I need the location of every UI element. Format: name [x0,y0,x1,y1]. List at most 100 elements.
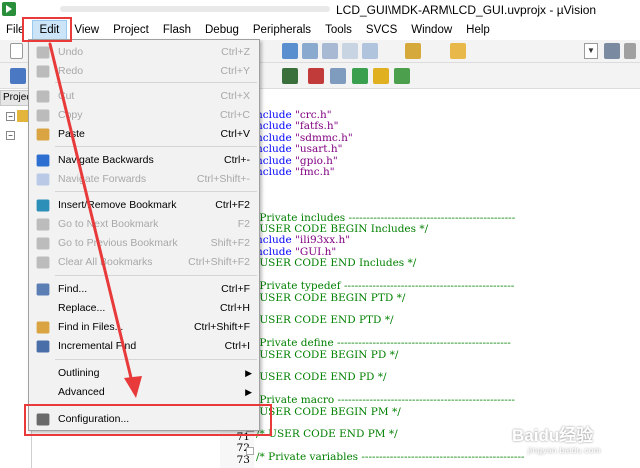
code-line: USER CODE BEGIN PM */ [256,405,401,418]
project-pane-tab[interactable]: Project [0,90,30,106]
menu-item-go-to-next-bookmark[interactable]: Go to Next Bookmark F2 [30,215,258,234]
code-text: nclude "crc.h" nclude "fatfs.h" nclude "sd… [256,109,525,464]
prev-bookmark-icon [36,237,50,250]
menu-item-label: Outlining [58,367,100,379]
new-file-icon[interactable] [10,43,23,59]
options-icon[interactable] [405,43,421,59]
menu-item-clear-all-bookmarks[interactable]: Clear All Bookmarks Ctrl+Shift+F2 [30,253,258,272]
menu-item-outlining[interactable]: Outlining ▶ [30,364,258,383]
batch-build-icon[interactable] [322,43,338,59]
menu-item-copy[interactable]: Copy Ctrl+C [30,106,258,125]
tree-collapse-icon[interactable]: − [6,112,15,121]
manage-components-icon[interactable] [604,43,620,59]
menu-item-shortcut: Shift+F2 [210,237,250,249]
annotation-box-configuration [24,404,272,436]
select-device-icon[interactable] [308,68,324,84]
menu-item-redo[interactable]: Redo Ctrl+Y [30,62,258,81]
menu-item-find[interactable]: Find... Ctrl+F [30,280,258,299]
menu-item-cut[interactable]: Cut Ctrl+X [30,87,258,106]
menu-item-shortcut: Ctrl+H [219,302,250,314]
scissors-icon [36,90,50,103]
configure-target-icon[interactable] [330,68,346,84]
menu-item-label: Clear All Bookmarks [58,256,153,268]
arrow-left-icon [36,154,50,167]
menu-separator [55,191,257,192]
menu-item-shortcut: Ctrl+X [220,90,250,102]
copy-icon [36,109,50,122]
title-blurred-region [60,6,330,12]
paste-icon [36,128,50,141]
menu-item-find-in-files[interactable]: Find in Files... Ctrl+Shift+F [30,318,258,337]
menu-window[interactable]: Window [404,20,459,40]
menu-item-undo[interactable]: Undo Ctrl+Z [30,43,258,62]
code-line: USER CODE BEGIN PTD */ [256,291,406,304]
code-line: USER CODE BEGIN PD */ [256,348,399,361]
menu-item-shortcut: Ctrl+Y [220,65,250,77]
menu-item-navigate-forwards[interactable]: Navigate Forwards Ctrl+Shift+- [30,170,258,189]
line-number: 73 [236,453,250,466]
settings-icon[interactable] [624,43,636,59]
find-in-files-icon [36,321,50,334]
download-icon[interactable] [362,43,378,59]
fold-toggle-icon[interactable] [246,447,254,455]
menu-separator [55,359,257,360]
wand-icon[interactable] [282,68,298,84]
menu-project[interactable]: Project [106,20,156,40]
menu-item-label: Paste [58,128,85,140]
menu-item-incremental-find[interactable]: Incremental Find Ctrl+I [30,337,258,356]
menu-debug[interactable]: Debug [198,20,246,40]
run-to-cursor-icon[interactable] [352,68,368,84]
menu-separator [55,275,257,276]
annotation-box-edit-menu [22,17,72,42]
code-line: /* USER CODE END PM */ [256,428,398,441]
menu-item-shortcut: Ctrl+Shift+F2 [188,256,250,268]
menu-item-shortcut: Ctrl+F [221,283,250,295]
menu-item-navigate-backwards[interactable]: Navigate Backwards Ctrl+- [30,151,258,170]
next-bookmark-icon [36,218,50,231]
build-icon[interactable] [282,43,298,59]
menu-item-label: Copy [58,109,83,121]
menu-item-insert-remove-bookmark[interactable]: Insert/Remove Bookmark Ctrl+F2 [30,196,258,215]
target-dropdown-arrow-icon[interactable]: ▼ [584,43,598,59]
find-icon [36,283,50,296]
code-line: USER CODE END PTD */ [256,314,394,327]
menu-peripherals[interactable]: Peripherals [246,20,318,40]
code-line: USER CODE END PD */ [256,371,387,384]
watermark-brand: Baidu经验 [512,426,594,445]
code-line: /* Private variables -------------------… [256,451,525,464]
stop-build-icon[interactable] [342,43,358,59]
arrow-right-icon [36,173,50,186]
menu-item-shortcut: F2 [237,218,250,230]
menu-help[interactable]: Help [459,20,497,40]
tree-collapse-icon[interactable]: − [6,131,15,140]
menu-item-shortcut: Ctrl+F2 [215,199,250,211]
menu-svcs[interactable]: SVCS [359,20,404,40]
uvision-app-icon [2,2,16,16]
title-bar: LCD_GUI\MDK-ARM\LCD_GUI.uvprojx - µVisio… [0,0,640,20]
window-title: LCD_GUI\MDK-ARM\LCD_GUI.uvprojx - µVisio… [336,3,597,17]
menu-separator [55,82,257,83]
menu-item-shortcut: Ctrl+Z [221,46,250,58]
menu-tools[interactable]: Tools [318,20,359,40]
rebuild-icon[interactable] [302,43,318,59]
menu-item-label: Replace... [58,302,106,314]
translate-icon[interactable] [10,68,26,84]
menu-item-replace[interactable]: Replace... Ctrl+H [30,299,258,318]
menu-item-shortcut: Ctrl+Shift+- [196,173,250,185]
rte-diamond-icon[interactable] [373,68,389,84]
redo-icon [36,65,50,78]
menu-item-advanced[interactable]: Advanced ▶ [30,383,258,402]
submenu-arrow-icon: ▶ [245,368,252,378]
menu-flash[interactable]: Flash [156,20,198,40]
menu-item-go-to-previous-bookmark[interactable]: Go to Previous Bookmark Shift+F2 [30,234,258,253]
menu-item-paste[interactable]: Paste Ctrl+V [30,125,258,144]
target-options-icon[interactable] [450,43,466,59]
clear-bookmarks-icon [36,256,50,269]
code-line: USER CODE END Includes */ [256,257,417,270]
menu-view[interactable]: View [67,20,106,40]
pack-installer-icon[interactable] [394,68,410,84]
menu-item-label: Navigate Backwards [58,154,154,166]
menu-item-label: Navigate Forwards [58,173,147,185]
